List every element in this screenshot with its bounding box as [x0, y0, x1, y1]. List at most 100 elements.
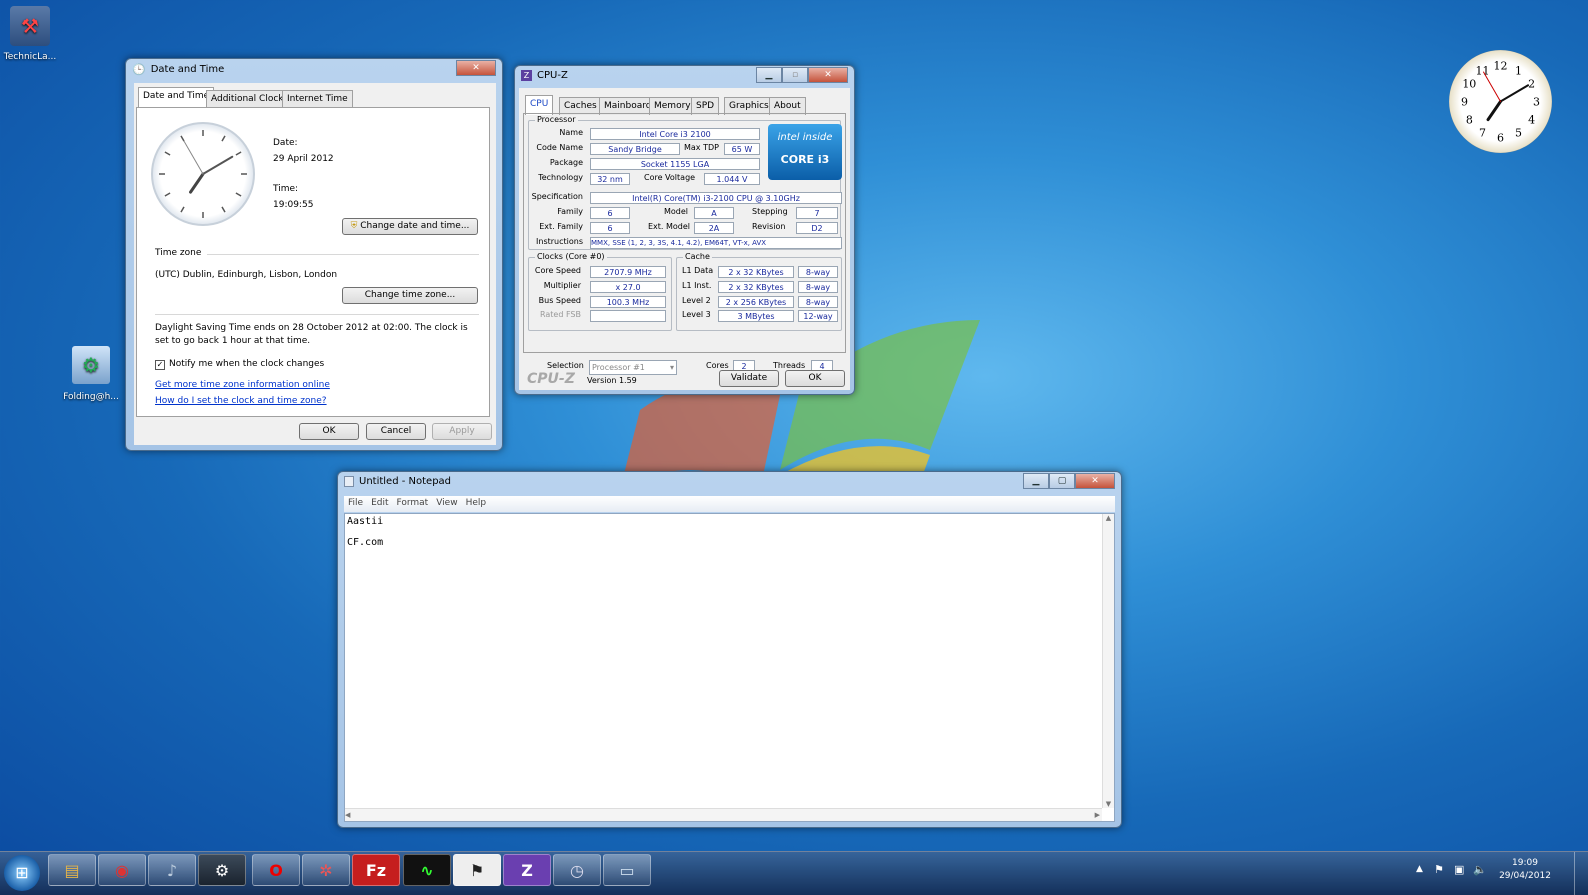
- desktop-icon-technic[interactable]: ⚒ TechnicLa...: [2, 6, 58, 62]
- datetime-taskbar-icon[interactable]: ◷: [553, 854, 601, 886]
- instructions-field: MMX, SSE (1, 2, 3, 3S, 4.1, 4.2), EM64T,…: [590, 237, 842, 249]
- maximize-button[interactable]: ▢: [1049, 473, 1075, 489]
- window-title: Date and Time: [150, 64, 225, 75]
- action-center-icon[interactable]: ⚑: [1434, 863, 1444, 876]
- network-icon[interactable]: ▣: [1454, 863, 1464, 876]
- apply-button[interactable]: Apply: [432, 423, 492, 440]
- notepad-taskbar-icon[interactable]: ▭: [603, 854, 651, 886]
- timezone-value: (UTC) Dublin, Edinburgh, Lisbon, London: [155, 270, 338, 280]
- volume-icon[interactable]: 🔈: [1473, 863, 1487, 876]
- clock-number: 8: [1466, 114, 1473, 127]
- start-button[interactable]: ⊞: [4, 855, 40, 891]
- cpuz-taskbar-icon[interactable]: Z: [503, 854, 551, 886]
- minimize-button[interactable]: ▁: [1023, 473, 1049, 489]
- core-speed-field: 2707.9 MHz: [590, 266, 666, 278]
- tab-cpu[interactable]: CPU: [525, 95, 554, 115]
- divider: [207, 254, 479, 255]
- clock-number: 7: [1479, 127, 1486, 140]
- instructions-label: Instructions: [536, 237, 583, 246]
- ok-button[interactable]: OK: [299, 423, 359, 440]
- chrome-taskbar-icon[interactable]: ◉: [98, 854, 146, 886]
- selection-label: Selection: [547, 361, 584, 370]
- maximize-button[interactable]: ▫: [782, 67, 808, 83]
- processor-select[interactable]: Processor #1 ▾: [589, 360, 677, 375]
- menu-edit[interactable]: Edit: [367, 496, 392, 512]
- uac-shield-icon: ⛨: [350, 221, 358, 231]
- change-timezone-button[interactable]: Change time zone...: [342, 287, 478, 304]
- package-label: Package: [549, 158, 583, 167]
- change-date-time-button[interactable]: ⛨ Change date and time...: [342, 218, 478, 235]
- version-label: Version 1.59: [587, 376, 637, 385]
- spec-field: Intel(R) Core(TM) i3-2100 CPU @ 3.10GHz: [590, 192, 842, 204]
- show-desktop-button[interactable]: [1574, 852, 1588, 895]
- app-taskbar-icon[interactable]: ✲: [302, 854, 350, 886]
- taskbar: ⊞ ▤ ◉ ♪ ⚙ O ✲ Fz ∿ ⚑ Z ◷ ▭ ▲ ⚑ ▣ 🔈 19:09…: [0, 851, 1588, 895]
- filezilla-taskbar-icon[interactable]: Fz: [352, 854, 400, 886]
- core-i3-text: CORE i3: [780, 153, 830, 166]
- menu-help[interactable]: Help: [462, 496, 491, 512]
- validate-button[interactable]: Validate: [719, 370, 779, 387]
- multiplier-field: x 27.0: [590, 281, 666, 293]
- menu-format[interactable]: Format: [393, 496, 433, 512]
- teamspeak-taskbar-icon[interactable]: ♪: [148, 854, 196, 886]
- tab-internet-time[interactable]: Internet Time: [282, 90, 353, 108]
- technology-field: 32 nm: [590, 173, 630, 185]
- spec-label: Specification: [531, 192, 583, 201]
- tab-panel: Date: 29 April 2012 Time: 19:09:55 ⛨ Cha…: [136, 107, 490, 417]
- intel-inside-text: intel inside: [777, 132, 833, 143]
- text-line-2: CF.com: [347, 537, 384, 548]
- cache-heading: Cache: [683, 252, 712, 261]
- minute-hand: [202, 155, 234, 175]
- menu-view[interactable]: View: [432, 496, 461, 512]
- codename-label: Code Name: [536, 143, 583, 152]
- clock-number: 3: [1533, 96, 1540, 109]
- ext-model-label: Ext. Model: [648, 222, 691, 231]
- game-taskbar-icon[interactable]: ⚑: [453, 854, 501, 886]
- bus-speed-field: 100.3 MHz: [590, 296, 666, 308]
- level2-label: Level 2: [682, 296, 711, 305]
- hour-hand: [1486, 100, 1502, 122]
- gadget-clock[interactable]: 12 1 2 3 4 5 6 7 8 9 10 11: [1449, 50, 1552, 153]
- opera-taskbar-icon[interactable]: O: [252, 854, 300, 886]
- cancel-button[interactable]: Cancel: [366, 423, 426, 440]
- timezone-info-link[interactable]: Get more time zone information online: [155, 380, 330, 390]
- vertical-scrollbar[interactable]: ▲ ▼: [1102, 514, 1114, 808]
- date-time-window: 🕒 Date and Time ✕ Date and Time Addition…: [125, 58, 503, 451]
- clock-icon: 🕒: [132, 63, 146, 76]
- tray-expand-icon[interactable]: ▲: [1416, 864, 1423, 874]
- close-button[interactable]: ✕: [456, 60, 496, 76]
- tray-clock[interactable]: 19:09 29/04/2012: [1496, 857, 1554, 883]
- menu-file[interactable]: File: [344, 496, 367, 512]
- tab-date-and-time[interactable]: Date and Time: [138, 87, 215, 107]
- window-titlebar: 🕒 Date and Time: [132, 63, 224, 76]
- clock-tick: [164, 151, 171, 156]
- clock-tick: [164, 192, 171, 197]
- clock-help-link[interactable]: How do I set the clock and time zone?: [155, 396, 327, 406]
- close-button[interactable]: ✕: [808, 67, 848, 83]
- notify-checkbox[interactable]: ✓: [155, 360, 165, 370]
- model-label: Model: [664, 207, 689, 216]
- rated-fsb-label: Rated FSB: [540, 310, 581, 319]
- explorer-taskbar-icon[interactable]: ▤: [48, 854, 96, 886]
- revision-label: Revision: [752, 222, 786, 231]
- voltage-label: Core Voltage: [644, 173, 696, 182]
- tdp-label: Max TDP: [684, 143, 719, 152]
- horizontal-scrollbar[interactable]: ◀ ▶: [345, 808, 1102, 821]
- close-button[interactable]: ✕: [1075, 473, 1115, 489]
- tab-additional-clocks[interactable]: Additional Clocks: [206, 90, 294, 108]
- minute-hand: [1499, 84, 1530, 103]
- codename-field: Sandy Bridge: [590, 143, 680, 155]
- name-field: Intel Core i3 2100: [590, 128, 760, 140]
- tdp-field: 65 W: [724, 143, 760, 155]
- l1-data-way: 8-way: [798, 266, 838, 278]
- minimize-button[interactable]: ▁: [756, 67, 782, 83]
- steam-taskbar-icon[interactable]: ⚙: [198, 854, 246, 886]
- processor-heading: Processor: [535, 115, 578, 124]
- ok-button[interactable]: OK: [785, 370, 845, 387]
- gpu-monitor-taskbar-icon[interactable]: ∿: [403, 854, 451, 886]
- text-area[interactable]: Aastii CF.com ▲ ▼ ◀ ▶: [344, 513, 1115, 822]
- folding-installer-icon: ⚙: [72, 346, 110, 384]
- l1-inst-label: L1 Inst.: [682, 281, 712, 290]
- desktop-icon-folding[interactable]: ⚙ Folding@h...: [60, 346, 122, 402]
- clock-number: 2: [1528, 78, 1535, 91]
